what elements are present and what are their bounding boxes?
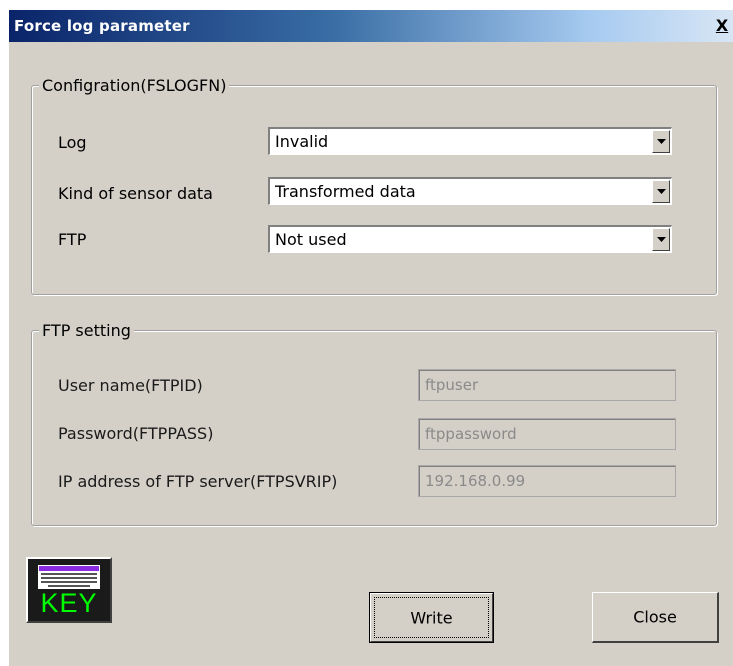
sensor-data-select-value: Transformed data bbox=[275, 182, 416, 201]
force-log-parameter-dialog: Force log parameter X Configration(FSLOG… bbox=[8, 9, 733, 666]
ftp-setting-group-legend: FTP setting bbox=[39, 321, 134, 341]
write-button-label: Write bbox=[410, 608, 453, 627]
dialog-title: Force log parameter bbox=[14, 17, 190, 35]
ftp-label: FTP bbox=[58, 230, 87, 249]
ftp-password-label: Password(FTPPASS) bbox=[58, 424, 214, 443]
title-bar[interactable]: Force log parameter X bbox=[9, 10, 733, 42]
ftp-select-value: Not used bbox=[275, 230, 347, 249]
write-button[interactable]: Write bbox=[369, 592, 494, 643]
ftp-server-ip-field-value: 192.168.0.99 bbox=[425, 472, 526, 490]
ftp-user-label: User name(FTPID) bbox=[58, 376, 203, 395]
ftp-user-field-value: ftpuser bbox=[425, 376, 479, 394]
log-label: Log bbox=[58, 133, 87, 152]
sensor-data-select[interactable]: Transformed data bbox=[268, 177, 672, 205]
ftp-server-ip-label: IP address of FTP server(FTPSVRIP) bbox=[58, 472, 338, 491]
ftp-user-field[interactable]: ftpuser bbox=[418, 369, 676, 401]
close-icon[interactable]: X bbox=[714, 17, 730, 35]
close-button[interactable]: Close bbox=[592, 592, 719, 643]
ftp-password-field-value: ftppassword bbox=[425, 425, 517, 443]
chevron-down-icon[interactable] bbox=[652, 180, 670, 203]
log-select[interactable]: Invalid bbox=[268, 127, 672, 155]
chevron-down-icon[interactable] bbox=[652, 228, 670, 251]
log-select-value: Invalid bbox=[275, 132, 329, 151]
ftp-password-field[interactable]: ftppassword bbox=[418, 418, 676, 450]
keyboard-button-label: KEY bbox=[40, 588, 98, 618]
sensor-data-label: Kind of sensor data bbox=[58, 184, 213, 203]
configuration-group-legend: Configration(FSLOGFN) bbox=[39, 76, 230, 96]
chevron-down-icon[interactable] bbox=[652, 130, 670, 153]
ftp-select[interactable]: Not used bbox=[268, 225, 672, 253]
ftp-server-ip-field[interactable]: 192.168.0.99 bbox=[418, 465, 676, 497]
close-button-label: Close bbox=[633, 607, 677, 627]
keyboard-button[interactable]: KEY bbox=[26, 557, 112, 623]
